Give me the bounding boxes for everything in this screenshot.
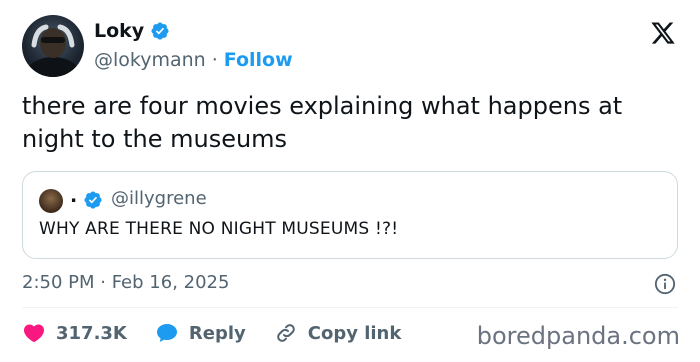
author-avatar[interactable] — [22, 15, 84, 77]
follow-button[interactable]: Follow — [224, 49, 293, 71]
quoted-tweet-text: WHY ARE THERE NO NIGHT MUSEUMS !?! — [39, 219, 399, 239]
separator-dot: · — [211, 49, 218, 71]
divider — [22, 307, 678, 308]
x-logo-icon[interactable] — [650, 20, 676, 46]
quoted-author-display-name: . — [70, 185, 78, 207]
info-icon[interactable] — [654, 273, 676, 295]
link-icon — [276, 324, 295, 342]
author-handle[interactable]: @lokymann — [94, 49, 206, 71]
quoted-author-handle: @illygrene — [111, 188, 207, 209]
verified-badge-icon — [151, 22, 169, 40]
verified-badge-icon — [84, 191, 102, 209]
like-button[interactable]: 317.3K — [22, 321, 127, 345]
copy-link-label: Copy link — [307, 322, 402, 344]
reply-icon — [156, 324, 177, 342]
reply-button[interactable]: Reply — [155, 321, 246, 345]
tweet-timestamp[interactable]: 2:50 PM · Feb 16, 2025 — [22, 272, 229, 293]
like-count: 317.3K — [56, 322, 127, 344]
quoted-tweet[interactable]: . @illygrene WHY ARE THERE NO NIGHT MUSE… — [22, 171, 678, 259]
quoted-author-avatar[interactable] — [39, 189, 63, 213]
author-name-row: Loky — [94, 20, 170, 42]
tweet-text: there are four movies explaining what ha… — [22, 92, 623, 153]
avatar-image — [27, 24, 79, 77]
author-handle-row: @lokymann · Follow — [94, 49, 293, 71]
action-bar: 317.3K Reply Copy link — [22, 321, 429, 345]
watermark: boredpanda.com — [476, 322, 680, 350]
heart-icon — [23, 324, 45, 343]
copy-link-button[interactable]: Copy link — [274, 321, 402, 345]
reply-label: Reply — [188, 322, 246, 344]
author-display-name[interactable]: Loky — [94, 20, 144, 42]
